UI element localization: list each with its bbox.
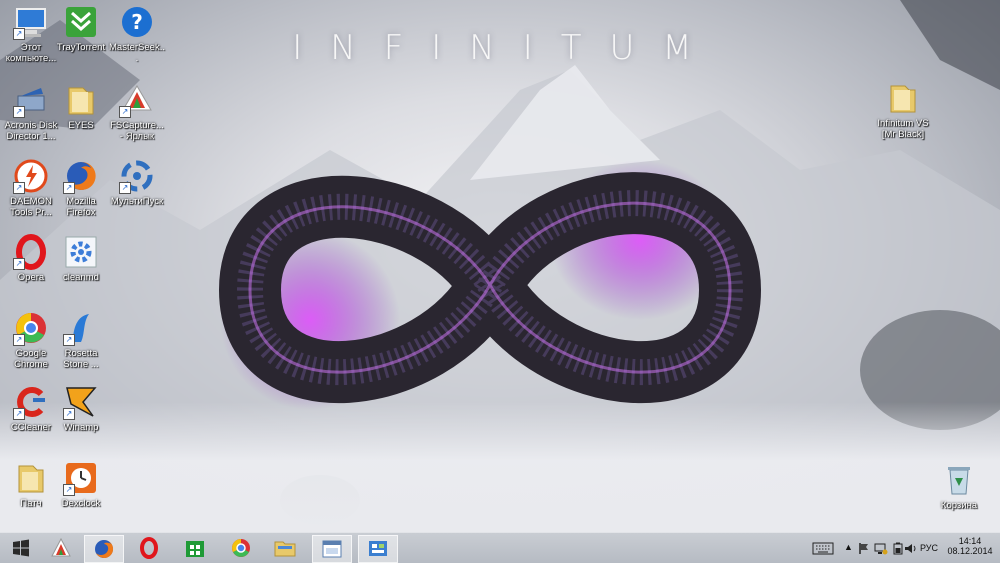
taskbar-firefox[interactable] [84, 535, 124, 563]
recycle-bin-icon [941, 462, 977, 498]
start-button[interactable] [2, 535, 40, 561]
computer-icon: ↗ [13, 4, 49, 40]
opera-icon: ↗ [13, 234, 49, 270]
desktop-icon-firefox[interactable]: ↗ Mozilla Firefox [52, 158, 110, 218]
clock-time: 14:14 [958, 536, 982, 546]
desktop-icon-traytorrent[interactable]: TrayTorrent [52, 4, 110, 53]
window-app-icon [322, 540, 342, 558]
firefox-icon [95, 539, 114, 558]
desktop-icon-infinitum-folder[interactable]: Infinitum VS [Mr Black] [872, 80, 934, 140]
clock-date: 08.12.2014 [947, 546, 993, 556]
taskbar-control-panel[interactable] [358, 535, 398, 563]
taskbar-file-explorer[interactable] [266, 535, 304, 561]
control-panel-icon [369, 541, 387, 556]
network-icon[interactable] [874, 542, 888, 555]
infinity-artwork [219, 160, 761, 410]
taskbar-opera[interactable] [130, 535, 168, 561]
clock[interactable]: 14:14 08.12.2014 [944, 536, 996, 556]
daemon-tools-icon: ↗ [13, 158, 49, 194]
keyboard-icon[interactable] [812, 542, 834, 555]
acronis-icon: ↗ [13, 82, 49, 118]
volume-icon[interactable] [904, 542, 918, 555]
traytorrent-icon [63, 4, 99, 40]
firefox-icon: ↗ [63, 158, 99, 194]
store-icon [186, 541, 204, 557]
folder-icon [63, 82, 99, 118]
desktop-icon-eyes[interactable]: EYES [52, 82, 110, 131]
desktop-icon-cleanmd[interactable]: cleanmd [52, 234, 110, 283]
language-indicator[interactable]: РУС [920, 543, 938, 553]
winamp-icon: ↗ [63, 384, 99, 420]
desktop-icon-fscapture[interactable]: ↗ FSCapture... - Ярлык [108, 82, 166, 142]
file-explorer-icon [274, 541, 296, 557]
folder-icon [885, 80, 921, 116]
flag-icon[interactable] [858, 542, 870, 555]
gear-icon [63, 234, 99, 270]
taskbar-chrome[interactable] [222, 535, 260, 561]
clock-icon: ↗ [63, 460, 99, 496]
taskbar: ▲ РУС 14:14 08.12.2014 [0, 532, 1000, 563]
desktop[interactable]: INFINITUM ↗ Этот компьюте... TrayTorrent [0, 0, 1000, 532]
svg-text:?: ? [131, 10, 143, 34]
desktop-icon-rosetta[interactable]: ↗ Rosetta Stone ... [52, 310, 110, 370]
folder-icon [13, 460, 49, 496]
chrome-icon: ↗ [13, 310, 49, 346]
taskbar-store[interactable] [176, 535, 214, 561]
help-icon: ? [119, 4, 155, 40]
opera-icon [140, 537, 158, 559]
ccleaner-icon: ↗ [13, 384, 49, 420]
rosetta-icon: ↗ [63, 310, 99, 346]
wallpaper-title: INFINITUM [292, 28, 720, 68]
multipusk-icon: ↗ [119, 158, 155, 194]
desktop-icon-mastersecker[interactable]: ? MasterSeek... [108, 4, 166, 64]
chrome-icon [232, 539, 250, 557]
show-hidden-icons-icon[interactable]: ▲ [844, 542, 853, 552]
battery-icon[interactable] [892, 542, 904, 555]
desktop-icon-multipusk[interactable]: ↗ МультиПуск [108, 158, 166, 207]
desktop-icon-dexclock[interactable]: ↗ Dexclock [52, 460, 110, 509]
taskbar-fscapture[interactable] [42, 535, 80, 561]
desktop-icon-winamp[interactable]: ↗ Winamp [52, 384, 110, 433]
fscapture-icon [51, 537, 71, 557]
desktop-icon-recycle-bin[interactable]: Корзина [930, 462, 988, 511]
start-icon [13, 539, 29, 557]
taskbar-window-app[interactable] [312, 535, 352, 563]
wallpaper-snow [0, 402, 1000, 532]
fscapture-icon: ↗ [119, 82, 155, 118]
